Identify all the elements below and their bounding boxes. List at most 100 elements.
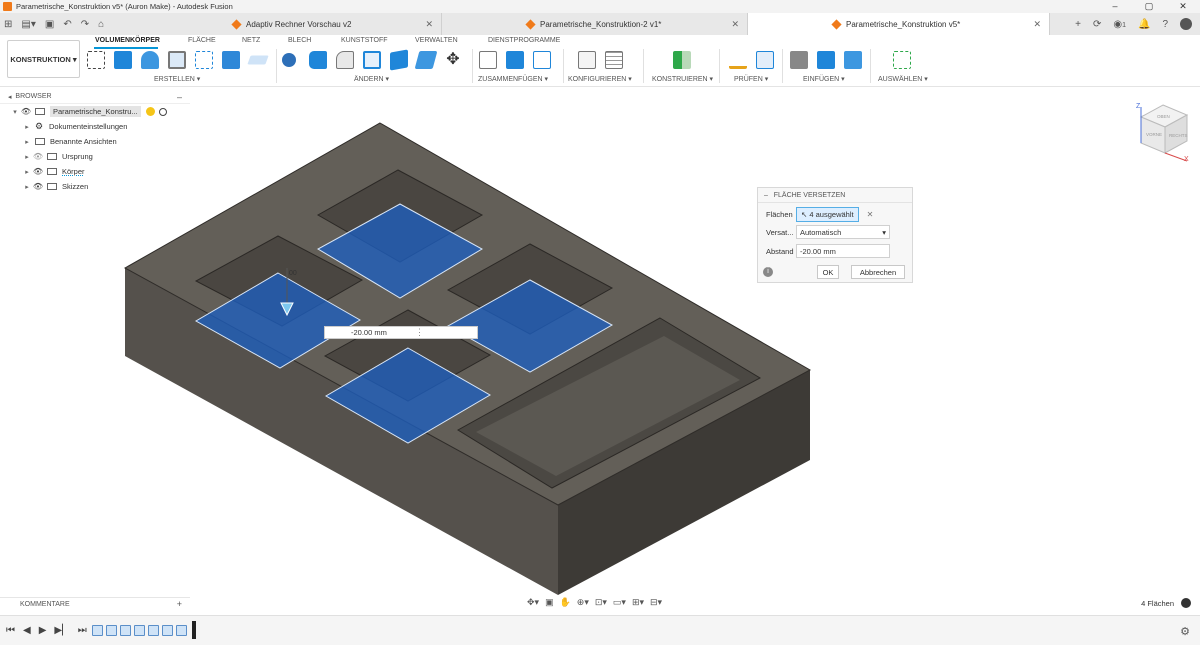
browser-root[interactable]: ▾ 👁 Parametrische_Konstru...	[0, 104, 190, 119]
workspace-switcher[interactable]: KONSTRUKTION ▾	[7, 40, 80, 78]
surface-tool[interactable]	[247, 55, 269, 65]
close-tab-icon[interactable]: ✕	[425, 19, 433, 30]
group-konstruieren[interactable]: KONSTRUIEREN ▾	[652, 75, 713, 83]
visibility-eye-hidden-icon[interactable]: 👁	[32, 152, 44, 161]
browser-header[interactable]: ◂ BROWSER –	[0, 90, 190, 104]
info-icon[interactable]: i	[763, 267, 773, 277]
grid-settings-icon[interactable]: ⊞▾	[632, 597, 644, 608]
hole-tool[interactable]	[168, 51, 186, 69]
pan-icon[interactable]: ✋	[560, 597, 571, 608]
drag-grip-icon[interactable]: ⋮	[415, 327, 424, 338]
tab-dienstprogramme[interactable]: DIENSTPROGRAMME	[488, 37, 560, 44]
press-pull-tool[interactable]	[282, 53, 296, 67]
insert-canvas-tool[interactable]	[844, 51, 862, 69]
step-back-icon[interactable]: ◀	[23, 625, 31, 636]
tab-blech[interactable]: BLECH	[288, 37, 311, 44]
timeline-feature[interactable]	[106, 625, 117, 636]
browser-item-ursprung[interactable]: ▸ 👁 Ursprung	[0, 149, 190, 164]
browser-item-benannte-ansichten[interactable]: ▸ Benannte Ansichten	[0, 134, 190, 149]
cloud-sync-icon[interactable]: ⟳	[1093, 19, 1101, 30]
new-tab-icon[interactable]: +	[1075, 19, 1081, 30]
configure-tool[interactable]	[578, 51, 596, 69]
timeline-feature[interactable]	[134, 625, 145, 636]
shell-tool[interactable]	[363, 51, 381, 69]
select-tool[interactable]	[893, 51, 911, 69]
avatar[interactable]	[1180, 18, 1192, 30]
faces-selection-button[interactable]: ↖ 4 ausgewählt	[796, 206, 859, 222]
fit-icon[interactable]: ⊡▾	[595, 597, 607, 608]
cancel-button[interactable]: Abbrechen	[851, 265, 905, 279]
step-forward-icon[interactable]: ▶▏	[54, 625, 69, 636]
viewports-icon[interactable]: ⊟▾	[650, 597, 662, 608]
group-aendern[interactable]: ÄNDERN ▾	[354, 75, 389, 83]
zoom-icon[interactable]: ⊕▾	[577, 597, 589, 608]
parameters-table-tool[interactable]	[605, 51, 623, 69]
maximize-button[interactable]: ▢	[1132, 0, 1166, 13]
collapse-panel-icon[interactable]: –	[177, 92, 182, 102]
group-konfigurieren[interactable]: KONFIGURIEREN ▾	[568, 75, 632, 83]
group-zusammenfuegen[interactable]: ZUSAMMENFÜGEN ▾	[478, 75, 548, 83]
doc-tab-adaptiv[interactable]: Adaptiv Rechner Vorschau v2 ✕	[224, 13, 442, 35]
expand-arrow-icon[interactable]: ▸	[22, 153, 32, 161]
apps-grid-icon[interactable]: ⊞	[4, 19, 12, 30]
insert-component-tool[interactable]	[817, 51, 835, 69]
visibility-eye-icon[interactable]: 👁	[32, 182, 44, 191]
visibility-eye-icon[interactable]: 👁	[20, 107, 32, 116]
go-to-start-icon[interactable]: ⏮	[6, 625, 15, 636]
timeline-feature[interactable]	[176, 625, 187, 636]
combine-tool[interactable]	[390, 49, 408, 71]
extrude-tool[interactable]	[114, 51, 132, 69]
file-menu-icon[interactable]: ▤▾	[21, 19, 35, 30]
status-settings-icon[interactable]	[1181, 598, 1191, 608]
expand-arrow-icon[interactable]: ▸	[22, 183, 32, 191]
tab-netz[interactable]: NETZ	[242, 37, 260, 44]
expand-arrow-icon[interactable]: ▸	[22, 138, 32, 146]
ok-button[interactable]: OK	[817, 265, 839, 279]
group-einfuegen[interactable]: EINFÜGEN ▾	[803, 75, 845, 83]
interference-tool[interactable]	[756, 51, 774, 69]
timeline-settings-icon[interactable]: ⚙	[1180, 625, 1190, 638]
create-sketch-tool[interactable]	[87, 51, 105, 69]
play-icon[interactable]: ▶	[39, 625, 47, 636]
timeline-feature[interactable]	[162, 625, 173, 636]
look-at-icon[interactable]: ▣	[545, 597, 554, 608]
browser-item-dokumenteinstellungen[interactable]: ▸ ⚙ Dokumenteinstellungen	[0, 119, 190, 134]
distance-input[interactable]: -20.00 mm	[796, 244, 890, 258]
insert-mesh-tool[interactable]	[790, 51, 808, 69]
undo-icon[interactable]: ↶	[63, 19, 71, 30]
activate-radio-icon[interactable]	[158, 107, 167, 116]
timeline-feature[interactable]	[148, 625, 159, 636]
orbit-icon[interactable]: ✥▾	[527, 597, 539, 608]
measure-tool[interactable]	[729, 51, 747, 69]
close-tab-icon[interactable]: ✕	[1033, 19, 1041, 30]
construct-plane-tool[interactable]	[673, 51, 691, 69]
doc-tab-konstruktion-2[interactable]: Parametrische_Konstruktion-2 v1* ✕	[442, 13, 748, 35]
comments-panel[interactable]: KOMMENTARE +	[0, 597, 190, 610]
timeline-marker[interactable]	[192, 621, 196, 639]
display-settings-icon[interactable]: ▭▾	[613, 597, 626, 608]
move-copy-tool[interactable]: ✥	[444, 51, 462, 69]
chamfer-tool[interactable]	[336, 51, 354, 69]
expand-arrow-icon[interactable]: ▸	[22, 123, 32, 131]
tab-volumenkoerper[interactable]: VOLUMENKÖRPER	[95, 37, 160, 44]
minimize-button[interactable]: –	[1098, 0, 1132, 13]
close-button[interactable]: ✕	[1166, 0, 1200, 13]
tab-verwalten[interactable]: VERWALTEN	[415, 37, 458, 44]
group-auswaehlen[interactable]: AUSWÄHLEN ▾	[878, 75, 928, 83]
visibility-eye-icon[interactable]: 👁	[32, 167, 44, 176]
notifications-icon[interactable]: 🔔	[1138, 19, 1150, 30]
redo-icon[interactable]: ↷	[81, 19, 89, 30]
close-tab-icon[interactable]: ✕	[731, 19, 739, 30]
joint-origin-tool[interactable]	[533, 51, 551, 69]
dialog-header[interactable]: – FLÄCHE VERSETZEN	[758, 188, 912, 203]
home-icon[interactable]: ⌂	[98, 19, 104, 30]
browser-item-koerper[interactable]: ▸ 👁 Körper	[0, 164, 190, 179]
tab-kunststoff[interactable]: KUNSTSTOFF	[341, 37, 388, 44]
offset-face-tool[interactable]	[414, 51, 438, 69]
inline-distance-input[interactable]: -20.00 mm ⋮	[324, 326, 478, 339]
jobs-icon[interactable]: ◉1	[1113, 19, 1126, 30]
group-pruefen[interactable]: PRÜFEN ▾	[734, 75, 768, 83]
expand-arrow-icon[interactable]: ▾	[10, 108, 20, 116]
save-icon[interactable]: ▣	[45, 19, 54, 30]
viewcube[interactable]: OBEN VORNE RECHTS Z X	[1135, 101, 1191, 165]
